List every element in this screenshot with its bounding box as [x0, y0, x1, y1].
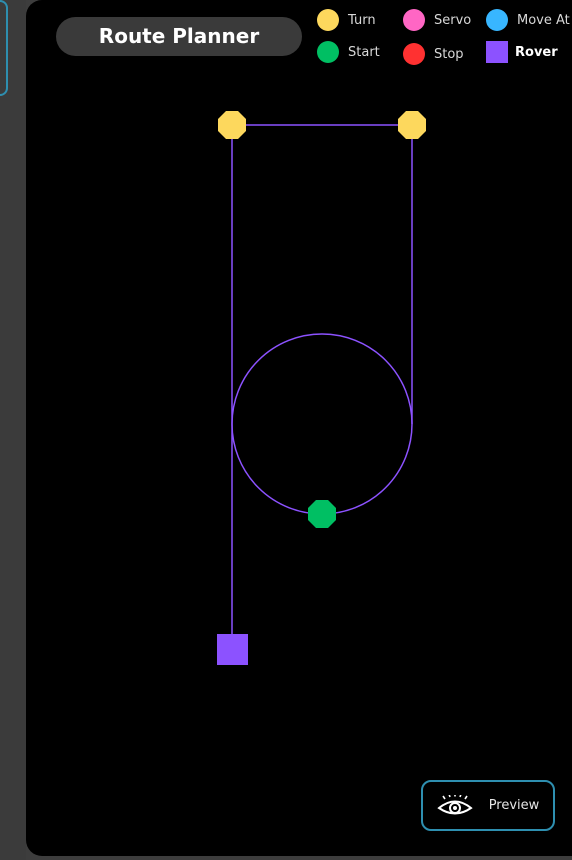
preview-label: Preview [488, 798, 540, 813]
route-canvas[interactable]: Route Planner Turn Servo Move At Start S… [26, 0, 572, 856]
eye-icon [437, 794, 473, 814]
route-path-drawing [217, 111, 426, 665]
route-path-line [231, 124, 413, 650]
turn-waypoint-marker[interactable] [218, 111, 246, 139]
turn-waypoint-marker[interactable] [398, 111, 426, 139]
route-loop-circle [231, 333, 413, 515]
left-panel-edge [0, 0, 26, 860]
preview-button[interactable]: Preview [421, 780, 555, 831]
rover-marker[interactable] [217, 634, 248, 665]
start-waypoint-marker[interactable] [308, 500, 336, 528]
side-panel-tab[interactable] [0, 0, 8, 96]
